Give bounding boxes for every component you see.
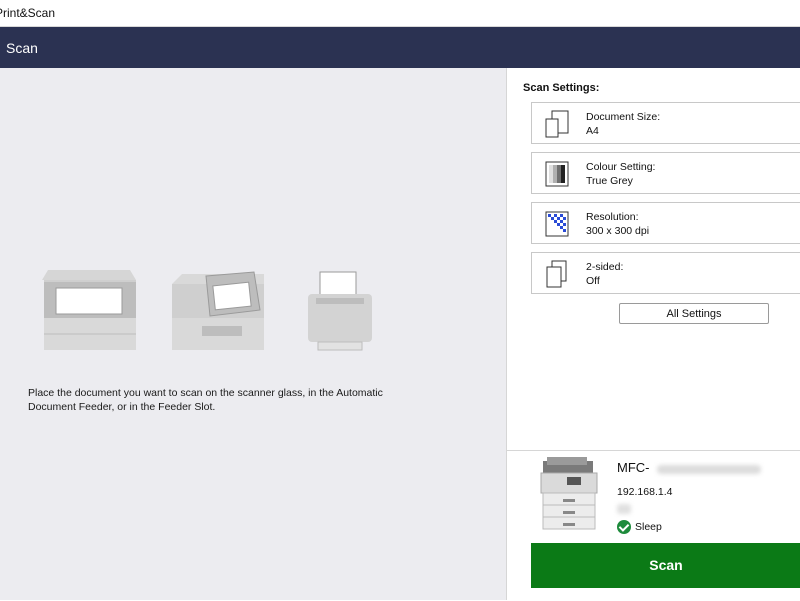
resolution-icon — [545, 211, 569, 237]
setting-value: A4 — [586, 125, 599, 137]
redacted-model — [657, 465, 761, 474]
feeder-slot-icon — [308, 271, 372, 351]
resolution-setting[interactable]: Resolution: 300 x 300 dpi — [531, 202, 800, 244]
window-title: Print&Scan — [0, 6, 56, 20]
setting-value: 300 x 300 dpi — [586, 225, 650, 237]
window-titlebar: Print&Scan — [0, 0, 800, 27]
flatbed-scanner-icon — [42, 270, 136, 350]
setting-label: Colour Setting: — [586, 161, 656, 173]
document-size-setting[interactable]: Document Size: A4 — [531, 102, 800, 144]
scan-button[interactable]: Scan — [531, 543, 800, 588]
setting-label: Resolution: — [586, 211, 639, 223]
two-sided-setting[interactable]: 2-sided: Off — [531, 252, 800, 294]
scan-instructions: Place the document you want to scan on t… — [28, 387, 383, 413]
device-name: MFC- — [617, 460, 650, 475]
document-size-icon — [545, 110, 569, 138]
settings-panel: Scan Settings: Document Size: A4 Colour … — [506, 68, 800, 601]
page-header: Scan — [0, 27, 800, 68]
device-ip: 192.168.1.4 — [617, 486, 673, 498]
two-sided-icon — [546, 260, 567, 288]
document-feeder-icon — [172, 271, 264, 350]
all-settings-button[interactable]: All Settings — [619, 303, 769, 324]
device-status: Sleep — [635, 521, 662, 533]
setting-value: Off — [586, 275, 600, 287]
scan-settings-title: Scan Settings: — [523, 82, 600, 94]
setting-value: True Grey — [586, 175, 633, 187]
setting-label: 2-sided: — [586, 261, 624, 273]
colour-setting[interactable]: Colour Setting: True Grey — [531, 152, 800, 194]
colour-setting-icon — [545, 161, 569, 187]
redacted-text — [617, 504, 631, 514]
device-info: MFC- 192.168.1.4 Sleep Scan — [507, 450, 800, 601]
printer-device-icon — [540, 457, 598, 530]
setting-label: Document Size: — [586, 111, 661, 123]
scan-source-panel: Place the document you want to scan on t… — [0, 68, 506, 600]
page-title: Scan — [6, 40, 38, 56]
check-icon — [617, 520, 631, 534]
